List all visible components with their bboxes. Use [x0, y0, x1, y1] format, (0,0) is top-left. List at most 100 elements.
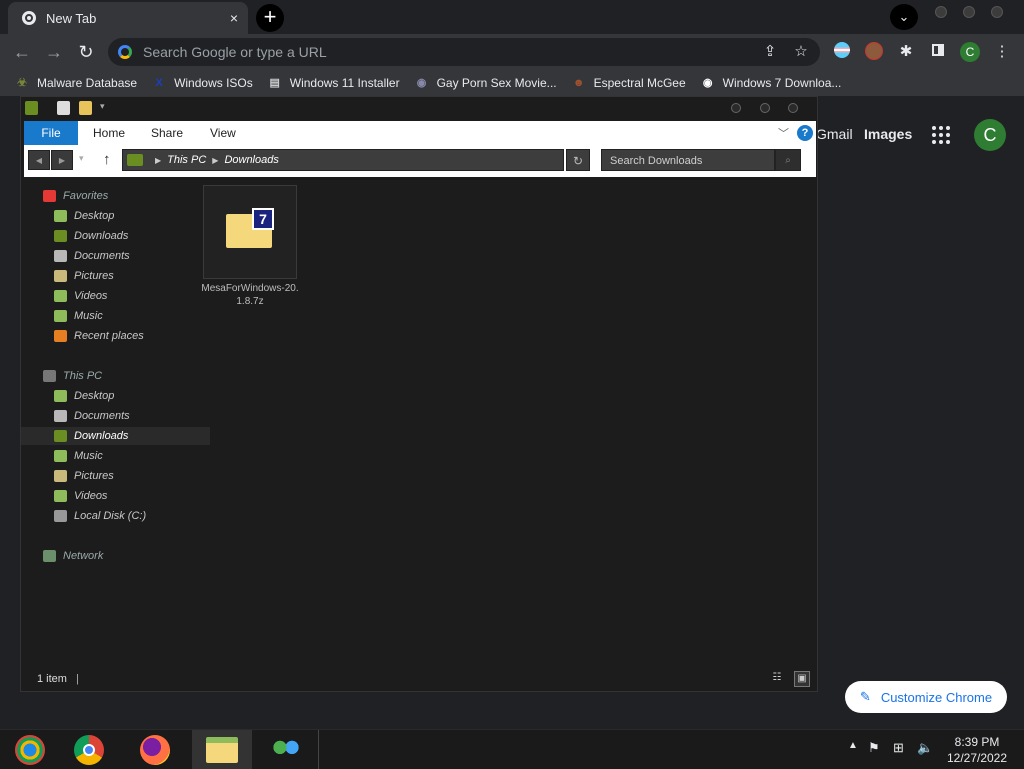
- bookmark-item[interactable]: ◉ Gay Porn Sex Movie...: [414, 75, 557, 91]
- folder-icon: [54, 250, 67, 262]
- bookmark-item[interactable]: ▤ Windows 11 Installer: [267, 75, 400, 91]
- folder-app-icon: [25, 101, 38, 115]
- help-icon[interactable]: ?: [797, 125, 813, 141]
- nav-item-this-pc[interactable]: Desktop: [21, 387, 210, 405]
- start-button[interactable]: [0, 730, 60, 769]
- apps-grid-icon[interactable]: [932, 126, 950, 144]
- kebab-menu-icon[interactable]: ⋮: [992, 42, 1012, 62]
- taskbar-explorer[interactable]: [192, 730, 252, 769]
- nav-item-favorite[interactable]: Music: [21, 307, 210, 325]
- puzzle-icon[interactable]: ✱: [896, 42, 916, 62]
- folder-icon: [54, 510, 67, 522]
- flag-icon[interactable]: ⚑: [868, 740, 880, 756]
- nav-item-this-pc[interactable]: Documents: [21, 407, 210, 425]
- taskbar-network-app[interactable]: [256, 730, 316, 769]
- refresh-icon[interactable]: ↻: [566, 149, 590, 171]
- close-window-button[interactable]: [991, 6, 1003, 18]
- bookmark-star-icon[interactable]: ☆: [791, 42, 811, 62]
- taskbar-firefox[interactable]: [125, 730, 185, 769]
- tab-view[interactable]: View: [210, 121, 236, 145]
- clock[interactable]: 8:39 PM 12/27/2022: [932, 734, 1022, 766]
- address-bar[interactable]: ▶ This PC ▶ Downloads: [122, 149, 564, 171]
- nav-favorites[interactable]: Favorites: [21, 187, 199, 205]
- profile-avatar[interactable]: C: [960, 42, 980, 62]
- nav-item-favorite[interactable]: Desktop: [21, 207, 210, 225]
- bookmark-label: Malware Database: [37, 76, 138, 90]
- minimize-button[interactable]: [935, 6, 947, 18]
- search-icon[interactable]: ⌕: [775, 149, 801, 171]
- up-arrow-icon[interactable]: ↑: [103, 151, 111, 168]
- search-input[interactable]: [602, 150, 778, 172]
- nav-item-favorite[interactable]: Videos: [21, 287, 210, 305]
- gmail-link[interactable]: Gmail: [816, 126, 853, 142]
- details-view-icon[interactable]: ☷: [770, 671, 784, 685]
- network-icon: [43, 550, 56, 562]
- reload-icon[interactable]: ↻: [74, 40, 98, 64]
- tab-search-button[interactable]: ⌄: [890, 4, 918, 30]
- tab-share[interactable]: Share: [151, 121, 183, 145]
- nav-this-pc[interactable]: This PC: [21, 367, 199, 385]
- chrome-icon: [22, 11, 36, 25]
- folder-icon: [54, 310, 67, 322]
- share-icon[interactable]: ⇪: [760, 42, 780, 62]
- new-tab-button[interactable]: +: [256, 4, 284, 32]
- tab-new-tab[interactable]: New Tab ×: [8, 2, 248, 34]
- bookmark-label: Windows 11 Installer: [289, 76, 400, 90]
- bookmark-item[interactable]: ☣ Malware Database: [14, 75, 137, 91]
- nav-item-favorite[interactable]: Downloads: [21, 227, 210, 245]
- maximize-button[interactable]: [963, 6, 975, 18]
- folder-icon: [206, 736, 238, 763]
- account-avatar[interactable]: C: [974, 119, 1006, 151]
- back-icon[interactable]: ←: [10, 40, 34, 64]
- properties-icon[interactable]: [57, 101, 70, 115]
- side-panel-icon[interactable]: [928, 42, 948, 62]
- explorer-minimize-button[interactable]: [731, 103, 741, 113]
- breadcrumb-this-pc[interactable]: This PC: [167, 154, 206, 166]
- customize-chrome-button[interactable]: ✎ Customize Chrome: [845, 681, 1007, 713]
- ribbon-tabs: File Home Share View ﹀ ?: [24, 121, 816, 145]
- explorer-maximize-button[interactable]: [760, 103, 770, 113]
- nav-item-favorite[interactable]: Recent places: [21, 327, 210, 345]
- address-row: ◀ ▶ ▾ ↑ ▶ This PC ▶ Downloads ↻ ⌕: [24, 145, 816, 177]
- tab-file[interactable]: File: [24, 121, 78, 145]
- breadcrumb-downloads[interactable]: Downloads: [224, 154, 278, 166]
- customize-chrome-label: Customize Chrome: [880, 689, 993, 705]
- nav-item-this-pc[interactable]: Downloads: [21, 427, 210, 445]
- back-arrow-icon[interactable]: ◀: [28, 150, 50, 170]
- bookmark-item[interactable]: ◉ Windows 7 Downloa...: [700, 75, 842, 91]
- nav-label: Desktop: [74, 390, 115, 402]
- nav-item-this-pc[interactable]: Music: [21, 447, 210, 465]
- taskbar-chrome[interactable]: [59, 730, 119, 769]
- bookmark-item[interactable]: X Windows ISOs: [151, 75, 252, 91]
- nav-item-favorite[interactable]: Pictures: [21, 267, 210, 285]
- nav-item-this-pc[interactable]: Local Disk (C:): [21, 507, 210, 525]
- forward-icon[interactable]: →: [42, 40, 66, 64]
- recent-dropdown-icon[interactable]: ▾: [79, 153, 84, 164]
- extension-avatar-icon[interactable]: [864, 42, 884, 62]
- nav-item-this-pc[interactable]: Pictures: [21, 467, 210, 485]
- tab-close-icon[interactable]: ×: [230, 10, 238, 26]
- biohazard-icon: ☣: [17, 77, 27, 89]
- explorer-close-button[interactable]: [788, 103, 798, 113]
- nav-item-this-pc[interactable]: Videos: [21, 487, 210, 505]
- explorer-titlebar: ▾: [21, 97, 817, 121]
- network-icon[interactable]: ⊞: [893, 740, 904, 756]
- bookmark-item[interactable]: ☻ Espectral McGee: [571, 75, 686, 91]
- images-link[interactable]: Images: [864, 126, 912, 142]
- navigation-pane: Favorites Desktop Downloads Documents Pictur…: [21, 181, 210, 601]
- tab-home[interactable]: Home: [93, 121, 125, 145]
- tray-expand-icon[interactable]: ▲: [848, 740, 858, 751]
- taskbar: ▲ ⚑ ⊞ 🔈 8:39 PM 12/27/2022: [0, 729, 1024, 769]
- forward-arrow-icon[interactable]: ▶: [51, 150, 73, 170]
- new-folder-icon[interactable]: [79, 101, 92, 115]
- extension-flag-icon[interactable]: [832, 42, 852, 62]
- search-box[interactable]: [601, 149, 778, 172]
- ribbon-expand-icon[interactable]: ﹀: [778, 125, 789, 141]
- nav-item-favorite[interactable]: Documents: [21, 247, 210, 265]
- omnibox-input[interactable]: [143, 42, 743, 62]
- nav-network[interactable]: Network: [21, 547, 199, 565]
- file-item[interactable]: 7: [203, 185, 297, 279]
- large-icons-view-icon[interactable]: ▣: [794, 671, 810, 687]
- qat-dropdown-icon[interactable]: ▾: [100, 101, 105, 112]
- volume-icon[interactable]: 🔈: [917, 740, 933, 756]
